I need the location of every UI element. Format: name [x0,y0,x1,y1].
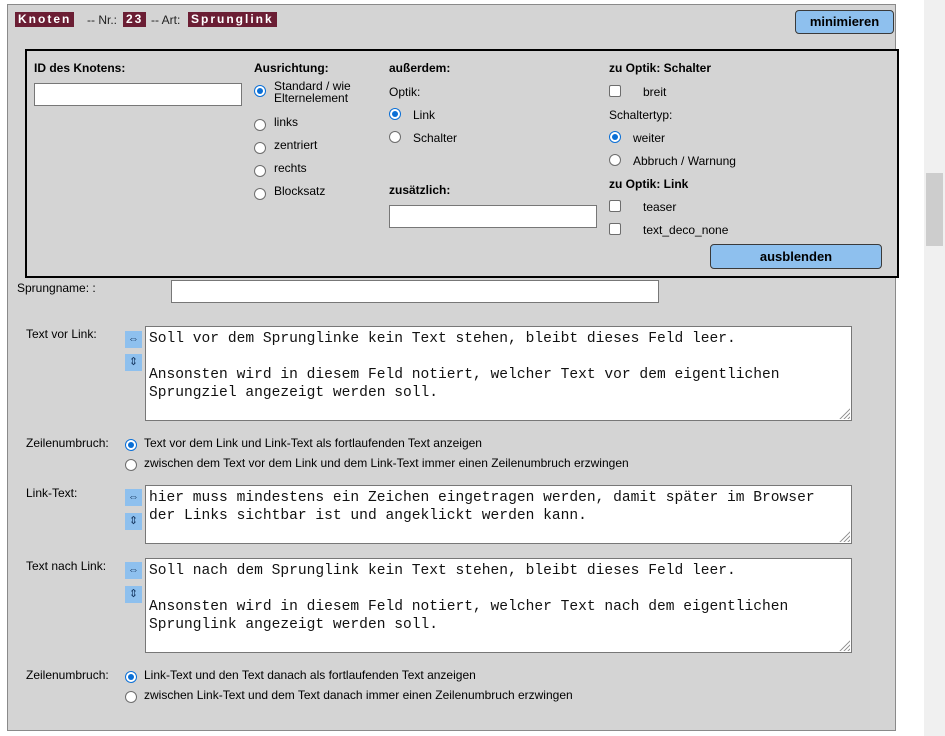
optik-radio-link[interactable] [389,108,401,120]
alignment-label-zentriert: zentriert [274,138,318,152]
expand-height-icon[interactable]: ⇕ [125,354,142,371]
text-vor-label: Text vor Link: [26,327,97,341]
sprungname-input[interactable] [171,280,659,303]
alignment-label-standard: Standard / wie Elternelement [274,79,351,105]
text-vor-content: Soll vor dem Sprunglinke kein Text stehe… [149,331,780,401]
expand-height-icon[interactable]: ⇕ [125,586,142,603]
zusaetzlich-input[interactable] [389,205,597,228]
knoten-tag: Knoten [15,12,75,27]
optik-label-link: Link [413,108,436,122]
zeilenumbruch-label-2: Zeilenumbruch: [26,668,109,682]
link-heading: zu Optik: Link [609,177,689,191]
schaltertyp-label-abbruch: Abbruch / Warnung [633,154,736,168]
text-nach-textarea[interactable]: Soll nach dem Sprunglink kein Text stehe… [145,558,852,653]
nr-separator: -- Nr.: [87,13,117,27]
schalter-heading: zu Optik: Schalter [609,61,712,75]
resize-grip-icon[interactable] [838,639,850,651]
node-editor-panel: Knoten -- Nr.: 23 -- Art: Sprunglink min… [7,4,899,731]
id-label: ID des Knotens: [34,61,126,75]
text-deco-label: text_deco_none [643,223,729,237]
umbruch2-label-fortlaufend: Link-Text und den Text danach als fortla… [144,668,476,682]
text-nach-label: Text nach Link: [26,559,107,573]
alignment-radio-blocksatz[interactable] [254,188,266,200]
expand-width-icon[interactable]: ⇔ [125,489,142,506]
breit-checkbox[interactable] [609,85,621,97]
expand-width-icon[interactable]: ⇔ [125,331,142,348]
alignment-label: Ausrichtung: [254,61,329,75]
umbruch2-radio-fortlaufend[interactable] [125,671,137,683]
teaser-label: teaser [643,200,677,214]
id-input[interactable] [34,83,242,106]
schaltertyp-label: Schaltertyp: [609,108,673,122]
alignment-radio-links[interactable] [254,119,266,131]
node-type: Sprunglink [188,12,277,27]
text-vor-textarea[interactable]: Soll vor dem Sprunglinke kein Text stehe… [145,326,852,421]
link-text-content: hier muss mindestens ein Zeichen eingetr… [149,490,824,524]
umbruch1-label-fortlaufend: Text vor dem Link und Link-Text als fort… [144,436,482,450]
optik-radio-schalter[interactable] [389,131,401,143]
umbruch1-label-zeilenumbruch: zwischen dem Text vor dem Link und dem L… [144,456,629,470]
optik-label-schalter: Schalter [413,131,458,145]
text-deco-checkbox[interactable] [609,223,621,235]
alignment-label-blocksatz: Blocksatz [274,184,326,198]
art-separator: -- Art: [151,13,181,27]
umbruch2-radio-zeilenumbruch[interactable] [125,691,137,703]
schaltertyp-radio-weiter[interactable] [609,131,621,143]
resize-grip-icon[interactable] [838,407,850,419]
alignment-radio-zentriert[interactable] [254,142,266,154]
umbruch1-radio-zeilenumbruch[interactable] [125,459,137,471]
alignment-label-rechts: rechts [274,161,307,175]
zusaetzlich-label: zusätzlich: [389,183,451,197]
vertical-scrollbar[interactable] [924,0,945,736]
umbruch2-label-zeilenumbruch: zwischen Link-Text und dem Text danach i… [144,688,573,702]
scrollbar-thumb[interactable] [926,173,943,246]
schaltertyp-label-weiter: weiter [633,131,666,145]
minimize-button[interactable]: minimieren [795,10,894,34]
umbruch1-radio-fortlaufend[interactable] [125,439,137,451]
sprungname-label: Sprungname: : [17,281,96,295]
options-box: ID des Knotens: Ausrichtung: Standard / … [25,49,899,278]
breit-label: breit [643,85,667,99]
resize-grip-icon[interactable] [838,530,850,542]
text-nach-content: Soll nach dem Sprunglink kein Text stehe… [149,563,789,633]
expand-width-icon[interactable]: ⇔ [125,562,142,579]
optik-label: Optik: [389,85,421,99]
hide-button[interactable]: ausblenden [710,244,882,269]
node-number: 23 [123,12,147,27]
alignment-radio-rechts[interactable] [254,165,266,177]
expand-height-icon[interactable]: ⇕ [125,513,142,530]
zeilenumbruch-label-1: Zeilenumbruch: [26,436,109,450]
alignment-radio-standard[interactable] [254,85,266,97]
teaser-checkbox[interactable] [609,200,621,212]
ausserdem-label: außerdem: [389,61,451,75]
link-text-label: Link-Text: [26,486,78,500]
link-text-textarea[interactable]: hier muss mindestens ein Zeichen eingetr… [145,485,852,544]
alignment-label-links: links [274,115,299,129]
schaltertyp-radio-abbruch[interactable] [609,154,621,166]
